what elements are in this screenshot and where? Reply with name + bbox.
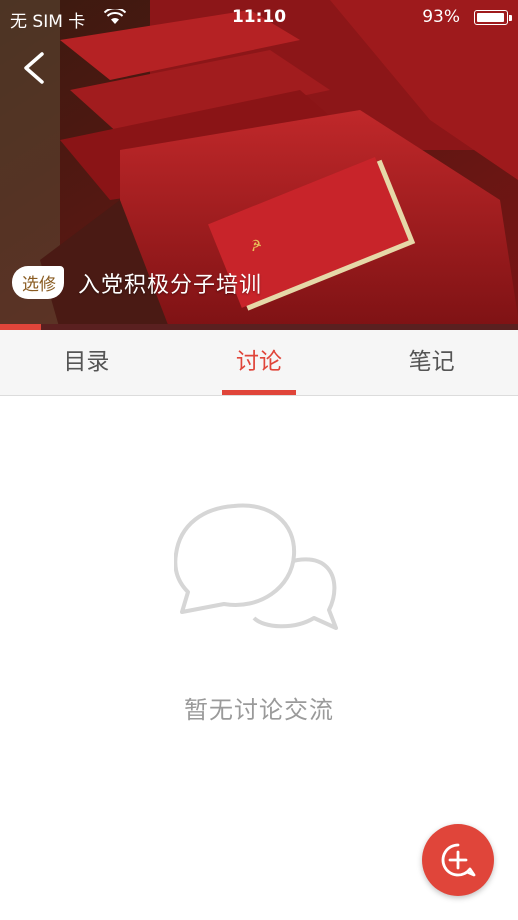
tab-discussion[interactable]: 讨论	[173, 330, 346, 395]
add-discussion-button[interactable]	[422, 824, 494, 896]
add-comment-icon	[441, 843, 476, 877]
back-button[interactable]	[16, 48, 56, 88]
chevron-left-icon	[24, 52, 44, 84]
tab-bar: 目录 讨论 笔记	[0, 330, 518, 396]
tab-notes[interactable]: 笔记	[345, 330, 518, 395]
empty-message: 暂无讨论交流	[184, 696, 334, 724]
battery-icon	[474, 10, 512, 25]
course-header: 选修 入党积极分子培训	[12, 266, 262, 299]
course-progress-fill	[0, 324, 42, 330]
tab-catalog[interactable]: 目录	[0, 330, 173, 395]
empty-state: 暂无讨论交流	[0, 500, 518, 725]
elective-badge: 选修	[12, 266, 64, 299]
battery-percentage: 93%	[422, 7, 460, 27]
course-progress-bar	[0, 324, 518, 330]
status-bar: 无 SIM 卡 11:10 93%	[0, 0, 518, 34]
course-title: 入党积极分子培训	[78, 272, 263, 298]
chat-bubbles-icon	[174, 503, 338, 630]
